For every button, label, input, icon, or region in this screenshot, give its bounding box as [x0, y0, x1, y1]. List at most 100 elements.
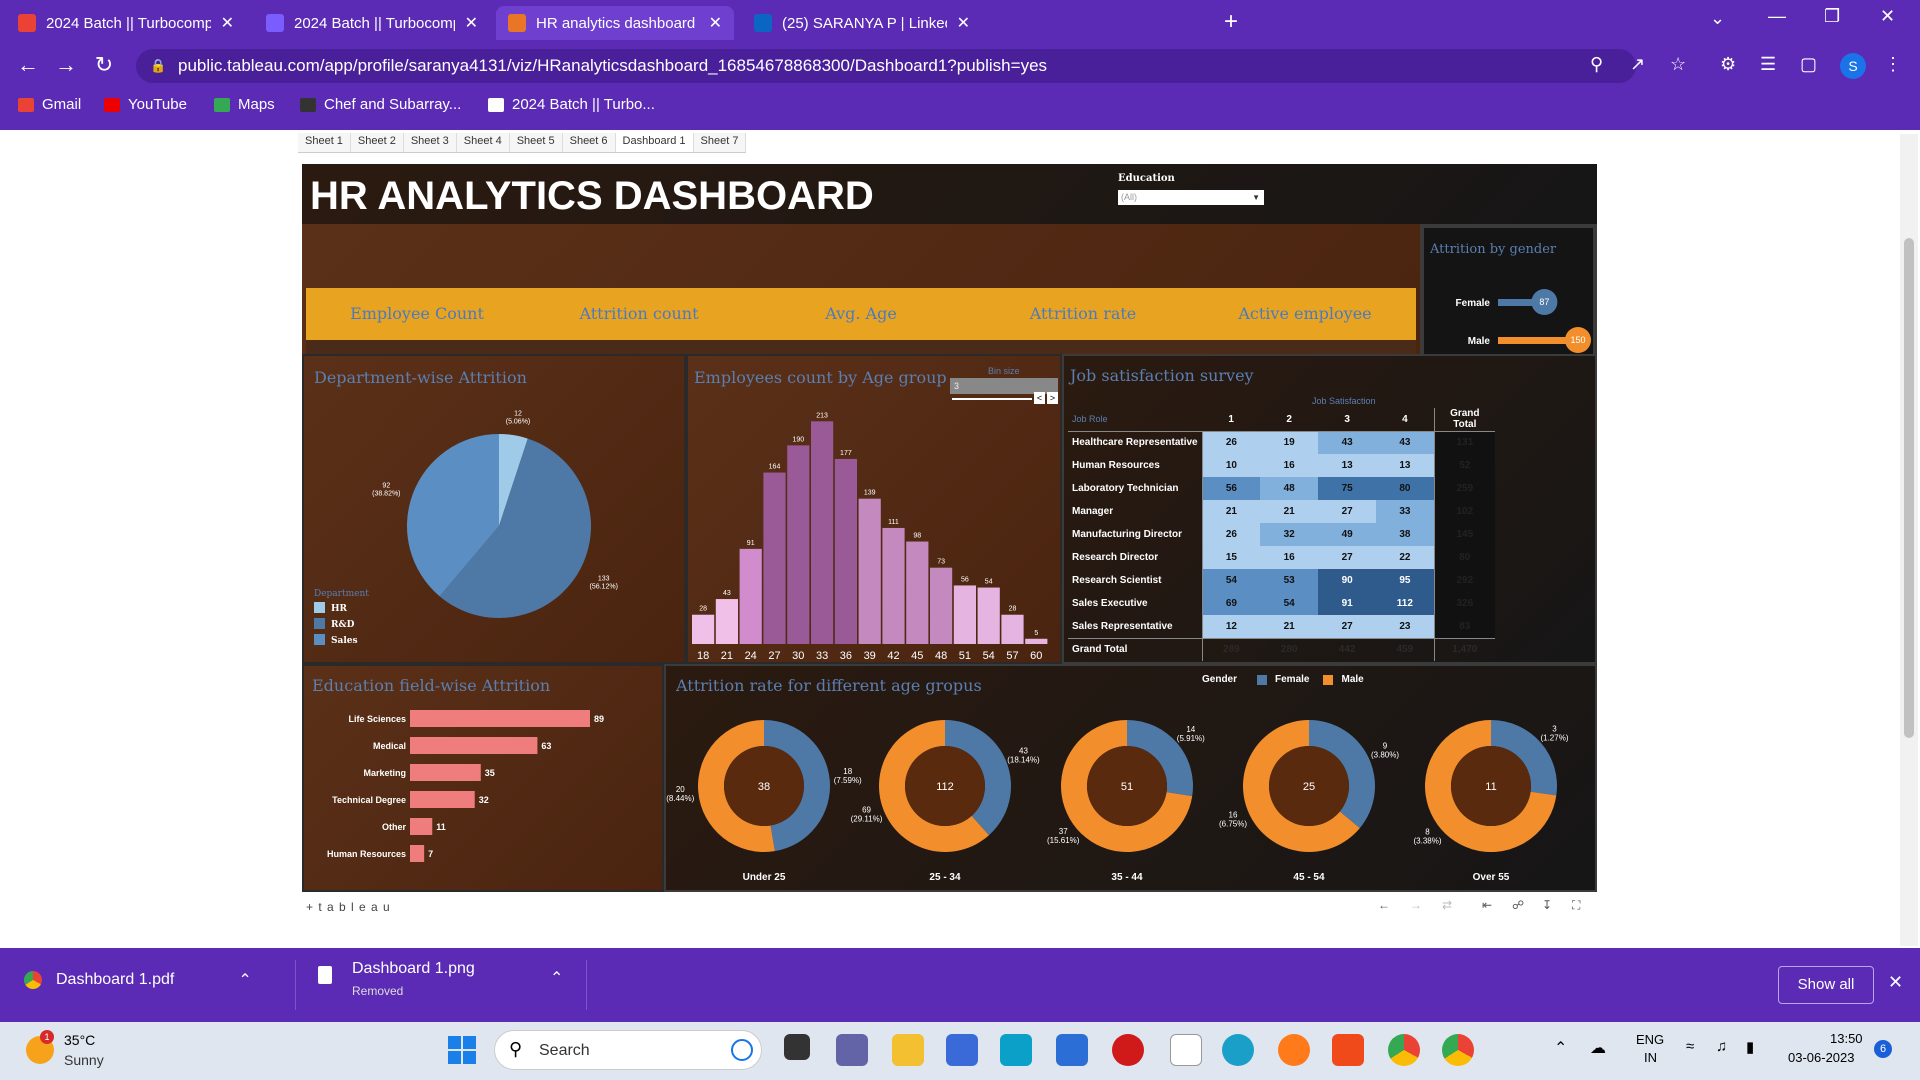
clock-date[interactable]: 03-06-2023 [1788, 1050, 1855, 1065]
sheet-tab[interactable]: Sheet 4 [456, 133, 510, 152]
temperature: 35°C [64, 1032, 96, 1048]
age-tick-label: 48 [935, 650, 947, 662]
star-icon[interactable]: ☆ [1670, 54, 1686, 75]
wifi-icon[interactable]: ≈ [1686, 1038, 1694, 1055]
bookmark-item[interactable]: Maps [214, 96, 275, 113]
browser-tab[interactable]: HR analytics dashboard | Tableau ✕ [496, 6, 734, 40]
onedrive-icon[interactable]: ☁ [1590, 1038, 1606, 1058]
desktop-icon[interactable] [1000, 1034, 1032, 1066]
browser-tab[interactable]: 2024 Batch || Turbocomply || On ✕ [6, 6, 246, 40]
chrome-icon[interactable] [1388, 1034, 1420, 1066]
fullscreen-icon[interactable]: ⛶ [1572, 898, 1580, 913]
sheet-tab[interactable]: Sheet 3 [403, 133, 457, 152]
download-item-pdf[interactable]: Dashboard 1.pdf ⌃ [24, 970, 252, 990]
extensions-icon[interactable]: ⚙ [1720, 54, 1736, 75]
chat-icon[interactable] [836, 1034, 868, 1066]
brave-icon[interactable] [1332, 1034, 1364, 1066]
back-icon[interactable]: ← [14, 52, 42, 78]
undo-icon[interactable]: ← [1378, 898, 1390, 912]
close-window-icon[interactable]: ✕ [1880, 6, 1895, 27]
edu-value: 11 [436, 822, 446, 832]
document-icon[interactable] [1170, 1034, 1202, 1066]
sheet-tab[interactable]: Sheet 2 [350, 133, 404, 152]
windows-start-icon[interactable] [448, 1036, 476, 1064]
search-box[interactable]: ⚲ Search [494, 1030, 762, 1070]
bookmark-icon [18, 97, 34, 112]
chevron-up-icon[interactable]: ⌃ [1554, 1038, 1567, 1058]
scrollbar-thumb[interactable] [1904, 238, 1914, 738]
notification-count-badge[interactable]: 6 [1874, 1040, 1892, 1058]
job-role-label: Human Resources [1068, 454, 1203, 477]
opera-icon[interactable] [1112, 1034, 1144, 1066]
legend-swatch [314, 618, 325, 629]
firefox-icon[interactable] [1278, 1034, 1310, 1066]
chrome-profile-icon[interactable] [1442, 1034, 1474, 1066]
sheet-tab[interactable]: Sheet 5 [509, 133, 563, 152]
table-row: Research Scientist 54 53 90 95 292 [1068, 569, 1495, 592]
donut-male-pct: (8.44%) [666, 794, 694, 803]
weather-widget[interactable]: 1 35°C Sunny [26, 1030, 166, 1072]
store-icon[interactable] [946, 1034, 978, 1066]
edge-icon[interactable] [1222, 1034, 1254, 1066]
file-explorer-icon[interactable] [892, 1034, 924, 1066]
job-role-label: Laboratory Technician [1068, 477, 1203, 500]
age-tick-label: 21 [721, 650, 733, 662]
zoom-icon[interactable]: ⚲ [1590, 54, 1603, 75]
share-footer-icon[interactable]: ☍ [1512, 898, 1524, 912]
bookmark-item[interactable]: 2024 Batch || Turbo... [488, 96, 655, 113]
media-icon[interactable]: ☰ [1760, 54, 1776, 75]
profile-avatar[interactable]: S [1840, 53, 1866, 79]
sheet-tab[interactable]: Dashboard 1 [615, 133, 694, 152]
forward-icon[interactable]: → [52, 52, 80, 78]
sheet-tab[interactable]: Sheet 6 [562, 133, 616, 152]
show-all-button[interactable]: Show all [1778, 966, 1874, 1004]
clock-time[interactable]: 13:50 [1830, 1031, 1863, 1046]
pie-value-label: 12 [514, 410, 522, 417]
chevron-up-icon[interactable]: ⌃ [550, 968, 563, 988]
browser-tab[interactable]: (25) SARANYA P | LinkedIn ✕ [742, 6, 982, 40]
chevron-up-icon[interactable]: ⌃ [238, 970, 251, 990]
minimize-icon[interactable]: — [1768, 6, 1786, 27]
job-satisfaction-panel: Job satisfaction survey Job Satisfaction… [1062, 354, 1597, 664]
scrollbar[interactable] [1900, 134, 1918, 946]
edu-bar [410, 845, 425, 862]
task-view-icon[interactable] [784, 1034, 810, 1060]
redo-icon[interactable]: → [1410, 898, 1422, 912]
age-tick-label: 51 [959, 650, 971, 662]
education-filter-select[interactable]: (All) ▼ [1118, 190, 1264, 205]
sheet-tab[interactable]: Sheet 7 [693, 133, 747, 152]
battery-icon[interactable]: ▮ [1746, 1038, 1754, 1056]
volume-icon[interactable]: ♫ [1716, 1038, 1727, 1055]
tab-search-icon[interactable]: ⌄ [1710, 8, 1725, 29]
language-indicator[interactable]: ENG [1636, 1032, 1664, 1047]
bookmark-item[interactable]: Gmail [18, 96, 81, 113]
sheet-tab[interactable]: Sheet 1 [298, 133, 351, 152]
address-bar[interactable]: 🔒 public.tableau.com/app/profile/saranya… [136, 49, 1636, 83]
table-cell: 90 [1318, 569, 1377, 592]
close-tab-icon[interactable]: ✕ [465, 13, 478, 33]
revert-icon[interactable]: ⇄ [1442, 898, 1452, 912]
bookmark-label: 2024 Batch || Turbo... [512, 96, 655, 113]
donut-center-value: 11 [1485, 781, 1496, 793]
table-row: Laboratory Technician 56 48 75 80 259 [1068, 477, 1495, 500]
first-icon[interactable]: ⇤ [1482, 898, 1492, 912]
share-icon[interactable]: ↗ [1630, 54, 1645, 75]
close-downloads-icon[interactable]: ✕ [1888, 972, 1903, 993]
age-bar-value: 177 [840, 450, 852, 457]
donut-male-pct: (15.61%) [1047, 836, 1080, 845]
close-tab-icon[interactable]: ✕ [221, 13, 234, 33]
reload-icon[interactable]: ↻ [90, 52, 118, 78]
bookmark-item[interactable]: YouTube [104, 96, 187, 113]
menu-icon[interactable]: ⋮ [1884, 54, 1902, 75]
new-tab-icon[interactable]: + [1224, 8, 1238, 36]
table-cell: 43 [1376, 431, 1435, 454]
sidepanel-icon[interactable]: ▢ [1800, 54, 1817, 75]
chrome-icon [24, 971, 42, 989]
maximize-icon[interactable]: ❐ [1824, 6, 1840, 27]
mail-icon[interactable] [1056, 1034, 1088, 1066]
browser-tab[interactable]: 2024 Batch || Turbocomply || On ✕ [254, 6, 490, 40]
bookmark-item[interactable]: Chef and Subarray... [300, 96, 461, 113]
close-tab-icon[interactable]: ✕ [709, 13, 722, 33]
close-tab-icon[interactable]: ✕ [957, 13, 970, 33]
download-icon[interactable]: ↧ [1542, 898, 1552, 912]
